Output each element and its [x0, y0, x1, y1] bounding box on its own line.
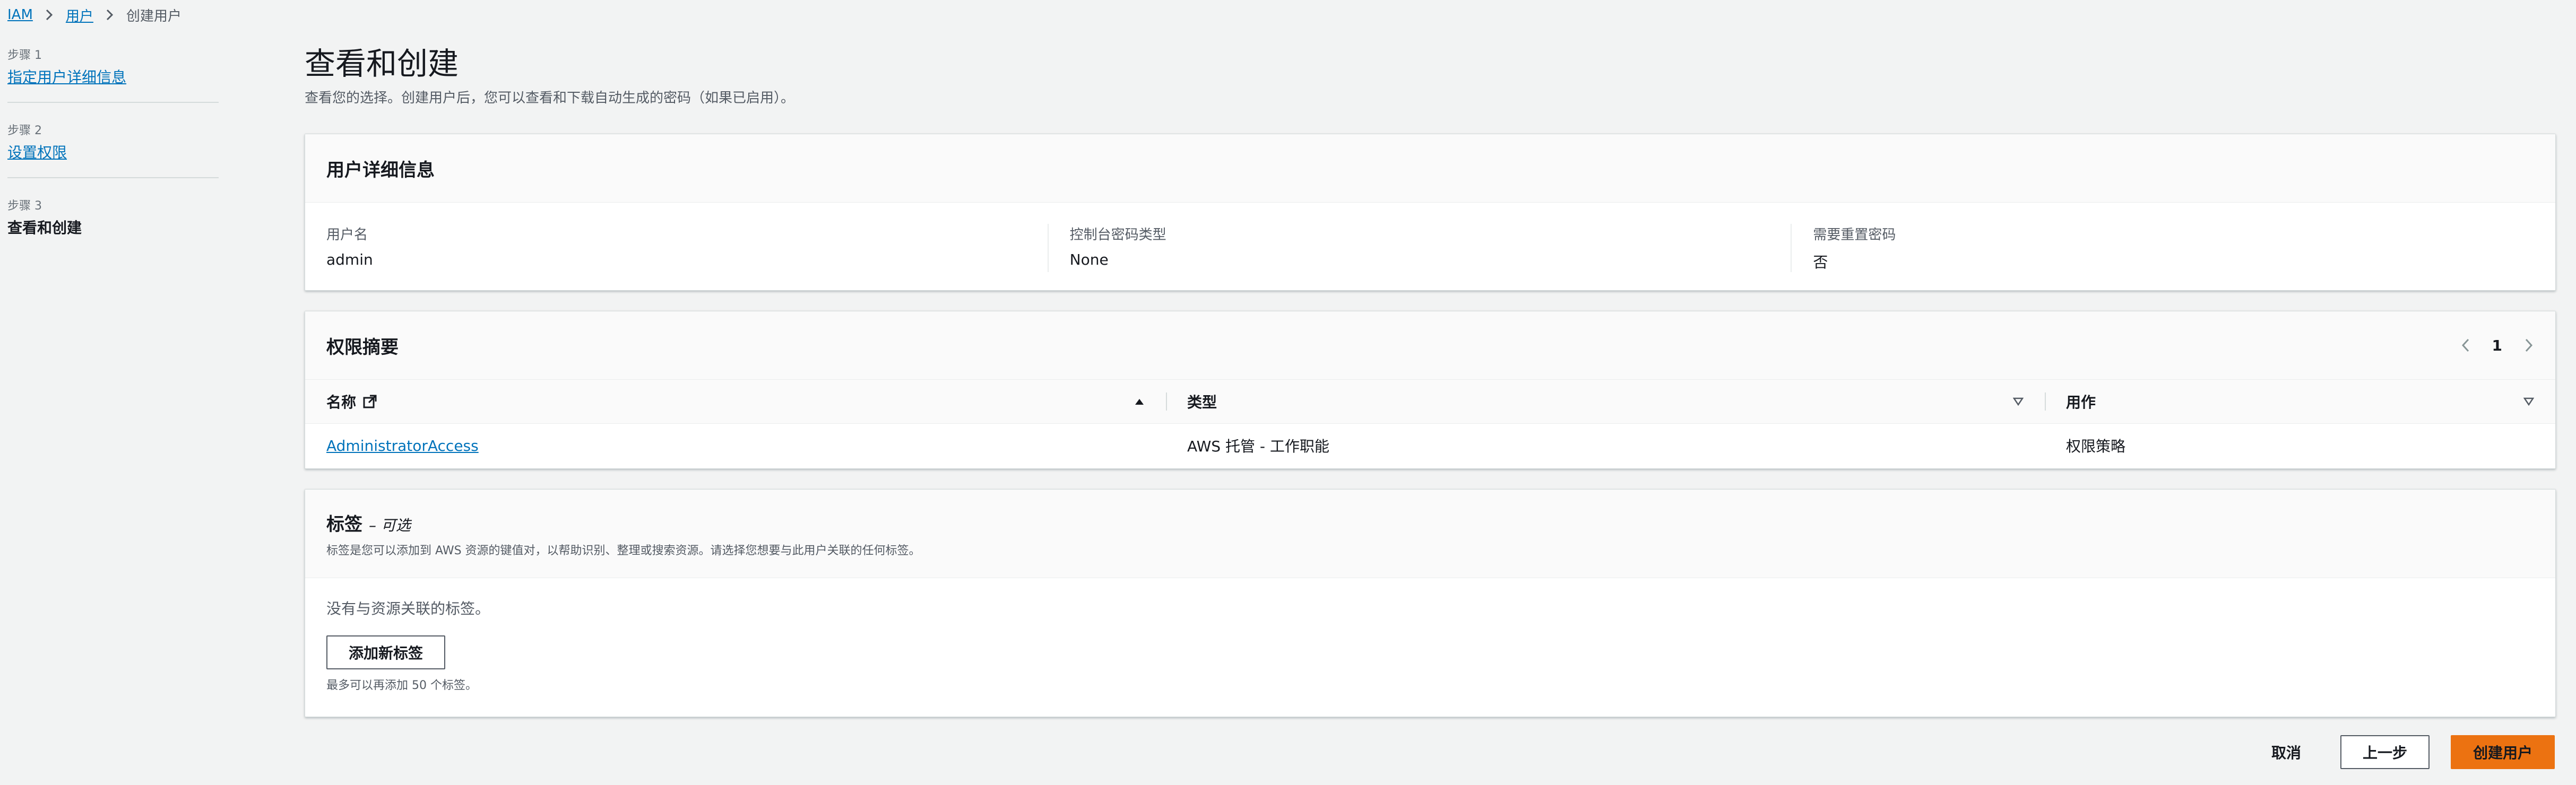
tags-panel: 标签 – 可选 标签是您可以添加到 AWS 资源的键值对，以帮助识别、整理或搜索…	[305, 489, 2556, 717]
previous-button[interactable]: 上一步	[2340, 735, 2430, 769]
tags-title-row: 标签 – 可选	[326, 510, 411, 536]
column-type[interactable]: 类型	[1166, 380, 2045, 424]
panel-header: 标签 – 可选 标签是您可以添加到 AWS 资源的键值对，以帮助识别、整理或搜索…	[305, 490, 2555, 578]
detail-label: 用户名	[326, 227, 368, 243]
chevron-right-icon[interactable]	[2523, 337, 2534, 353]
detail-value: 否	[1813, 254, 1828, 271]
footer-actions: 取消 上一步 创建用户	[2253, 735, 2555, 769]
wizard-steps: 步骤 1 指定用户详细信息 步骤 2 设置权限 步骤 3 查看和创建	[7, 46, 219, 271]
step-caption: 步骤 3	[7, 199, 42, 213]
table-header-row: 名称 类型 用作	[305, 380, 2555, 424]
no-tags-text: 没有与资源关联的标签。	[326, 600, 490, 617]
panel-header: 用户详细信息	[305, 134, 2555, 203]
cell-name: AdministratorAccess	[305, 424, 1166, 468]
caret-up-icon[interactable]	[1134, 397, 1145, 406]
detail-reset-password: 需要重置密码 否	[1791, 224, 2534, 272]
panel-header: 权限摘要 1	[305, 311, 2555, 380]
detail-value: admin	[326, 251, 373, 268]
breadcrumb-current: 创建用户	[126, 8, 181, 24]
main-content: 查看和创建 查看您的选择。创建用户后，您可以查看和下载自动生成的密码（如果已启用…	[305, 45, 2556, 717]
column-label: 类型	[1187, 394, 1217, 411]
permissions-table: 名称 类型 用作 AdministratorAccess AWS 托管 - 工作…	[305, 380, 2555, 467]
column-used-as[interactable]: 用作	[2045, 380, 2555, 424]
step-1-link[interactable]: 指定用户详细信息	[7, 68, 126, 86]
user-details-panel: 用户详细信息 用户名 admin 控制台密码类型 None 需要重置密码 否	[305, 134, 2556, 291]
panel-title: 标签	[326, 513, 362, 535]
chevron-left-icon[interactable]	[2460, 337, 2471, 353]
detail-label: 需要重置密码	[1813, 227, 1896, 243]
chevron-right-icon	[105, 8, 115, 21]
add-tag-button[interactable]: 添加新标签	[326, 635, 446, 669]
detail-grid: 用户名 admin 控制台密码类型 None 需要重置密码 否	[305, 203, 2555, 293]
column-name[interactable]: 名称	[305, 380, 1166, 424]
tags-description: 标签是您可以添加到 AWS 资源的键值对，以帮助识别、整理或搜索资源。请选择您想…	[326, 544, 921, 557]
detail-password-type: 控制台密码类型 None	[1047, 224, 1791, 272]
detail-label: 控制台密码类型	[1069, 227, 1166, 243]
page-number[interactable]: 1	[2492, 337, 2502, 354]
caret-down-outline-icon[interactable]	[2523, 397, 2534, 406]
table-row: AdministratorAccess AWS 托管 - 工作职能 权限策略	[305, 424, 2555, 468]
step-2: 步骤 2 设置权限	[7, 121, 219, 178]
chevron-right-icon	[45, 8, 54, 21]
external-link-icon	[362, 394, 377, 409]
page-title: 查看和创建	[305, 46, 459, 82]
panel-title: 用户详细信息	[326, 159, 435, 181]
permissions-summary-panel: 权限摘要 1 名称 类型 用作 AdministratorAccess AWS …	[305, 311, 2556, 469]
cell-type: AWS 托管 - 工作职能	[1187, 438, 1329, 455]
policy-link[interactable]: AdministratorAccess	[326, 437, 479, 455]
caret-down-outline-icon[interactable]	[2013, 397, 2024, 406]
step-1: 步骤 1 指定用户详细信息	[7, 46, 219, 103]
pagination: 1	[2460, 337, 2534, 354]
breadcrumb-users-link[interactable]: 用户	[66, 5, 93, 25]
optional-label: – 可选	[369, 516, 411, 534]
cell-used-as: 权限策略	[2066, 438, 2126, 455]
step-caption: 步骤 1	[7, 49, 42, 62]
step-caption: 步骤 2	[7, 124, 42, 137]
breadcrumb: IAM 用户 创建用户	[7, 4, 181, 25]
cancel-button[interactable]: 取消	[2253, 735, 2319, 769]
step-3-current: 查看和创建	[7, 219, 82, 237]
column-label: 用作	[2066, 394, 2096, 411]
detail-value: None	[1069, 251, 1109, 268]
tags-body: 没有与资源关联的标签。 添加新标签 最多可以再添加 50 个标签。	[305, 578, 2555, 712]
detail-username: 用户名 admin	[326, 224, 1048, 272]
tags-limit-hint: 最多可以再添加 50 个标签。	[326, 679, 477, 692]
panel-title: 权限摘要	[326, 336, 399, 358]
breadcrumb-iam-link[interactable]: IAM	[7, 7, 33, 23]
page-description: 查看您的选择。创建用户后，您可以查看和下载自动生成的密码（如果已启用）。	[305, 90, 795, 106]
create-user-button[interactable]: 创建用户	[2450, 735, 2555, 769]
column-label: 名称	[326, 394, 357, 411]
step-3: 步骤 3 查看和创建	[7, 196, 219, 252]
step-2-link[interactable]: 设置权限	[7, 144, 67, 161]
